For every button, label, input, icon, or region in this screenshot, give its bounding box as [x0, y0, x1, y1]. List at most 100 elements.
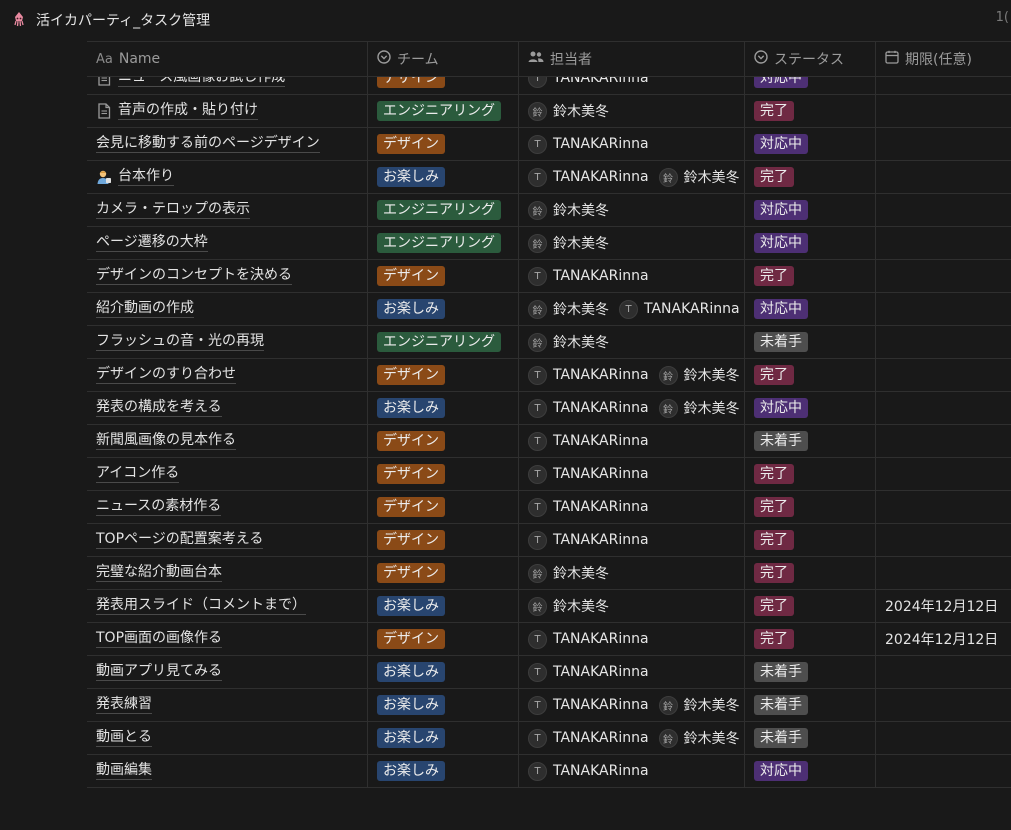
status-cell[interactable]: 完了	[745, 590, 876, 622]
task-name-cell[interactable]: 発表練習	[87, 689, 368, 721]
owner-cell[interactable]: T TANAKARinna 鈴鈴木美冬	[519, 161, 745, 193]
column-header-status[interactable]: ステータス	[745, 42, 876, 76]
team-cell[interactable]: デザイン	[368, 425, 519, 457]
status-cell[interactable]: 完了	[745, 95, 876, 127]
task-name-cell[interactable]: 完璧な紹介動画台本	[87, 557, 368, 589]
task-name-cell[interactable]: デザインのすり合わせ	[87, 359, 368, 391]
task-name[interactable]: 台本作り	[118, 168, 174, 186]
status-cell[interactable]: 対応中	[745, 293, 876, 325]
table-row[interactable]: 動画とる お楽しみ T TANAKARinna 鈴鈴木美冬 未着手	[87, 722, 1011, 755]
status-cell[interactable]: 未着手	[745, 656, 876, 688]
table-row[interactable]: 紹介動画の作成 お楽しみ 鈴鈴木美冬 T TANAKARinna 対応中	[87, 293, 1011, 326]
owner-cell[interactable]: 鈴鈴木美冬	[519, 194, 745, 226]
table-row[interactable]: TOP画面の画像作る デザイン T TANAKARinna 完了 2024年12月…	[87, 623, 1011, 656]
table-row[interactable]: 発表用スライド（コメントまで） お楽しみ 鈴鈴木美冬 完了 2024年12月12…	[87, 590, 1011, 623]
status-cell[interactable]: 対応中	[745, 392, 876, 424]
owner-cell[interactable]: T TANAKARinna	[519, 623, 745, 655]
owner-cell[interactable]: 鈴鈴木美冬	[519, 557, 745, 589]
task-name[interactable]: 動画とる	[96, 729, 152, 747]
task-name[interactable]: ニュースの素材作る	[96, 498, 222, 516]
task-name[interactable]: 動画アプリ見てみる	[96, 663, 222, 681]
owner-cell[interactable]: T TANAKARinna 鈴鈴木美冬	[519, 359, 745, 391]
task-name[interactable]: 音声の作成・貼り付け	[118, 102, 258, 120]
task-name[interactable]: デザインのコンセプトを決める	[96, 267, 292, 285]
due-cell[interactable]	[876, 491, 1011, 523]
due-cell[interactable]	[876, 392, 1011, 424]
task-name-cell[interactable]: 動画アプリ見てみる	[87, 656, 368, 688]
table-row[interactable]: 新聞風画像の見本作る デザイン T TANAKARinna 未着手	[87, 425, 1011, 458]
owner-cell[interactable]: T TANAKARinna	[519, 425, 745, 457]
task-name[interactable]: フラッシュの音・光の再現	[96, 333, 264, 351]
status-cell[interactable]: 未着手	[745, 689, 876, 721]
task-name[interactable]: 発表用スライド（コメントまで）	[96, 597, 306, 615]
owner-cell[interactable]: T TANAKARinna	[519, 260, 745, 292]
task-name-cell[interactable]: TOP画面の画像作る	[87, 623, 368, 655]
due-cell[interactable]	[876, 326, 1011, 358]
team-cell[interactable]: お楽しみ	[368, 656, 519, 688]
team-cell[interactable]: エンジニアリング	[368, 194, 519, 226]
team-cell[interactable]: デザイン	[368, 524, 519, 556]
due-cell[interactable]	[876, 227, 1011, 259]
owner-cell[interactable]: T TANAKARinna	[519, 76, 745, 94]
team-cell[interactable]: デザイン	[368, 557, 519, 589]
status-cell[interactable]: 未着手	[745, 722, 876, 754]
status-cell[interactable]: 対応中	[745, 194, 876, 226]
task-name-cell[interactable]: ニュースの素材作る	[87, 491, 368, 523]
team-cell[interactable]: デザイン	[368, 359, 519, 391]
team-cell[interactable]: デザイン	[368, 76, 519, 94]
status-cell[interactable]: 対応中	[745, 755, 876, 787]
table-row[interactable]: 台本作り お楽しみ T TANAKARinna 鈴鈴木美冬 完了	[87, 161, 1011, 194]
table-row[interactable]: 完璧な紹介動画台本 デザイン 鈴鈴木美冬 完了	[87, 557, 1011, 590]
table-row[interactable]: デザインのコンセプトを決める デザイン T TANAKARinna 完了	[87, 260, 1011, 293]
task-name[interactable]: 会見に移動する前のページデザイン	[96, 135, 320, 153]
table-row[interactable]: 発表の構成を考える お楽しみ T TANAKARinna 鈴鈴木美冬 対応中	[87, 392, 1011, 425]
task-name[interactable]: ページ遷移の大枠	[96, 234, 208, 252]
due-cell[interactable]: 2024年12月12日	[876, 623, 1011, 655]
owner-cell[interactable]: T TANAKARinna	[519, 491, 745, 523]
task-name[interactable]: 発表の構成を考える	[96, 399, 222, 417]
task-name[interactable]: ニュース風画像お試し作成	[118, 76, 286, 87]
due-cell[interactable]	[876, 293, 1011, 325]
due-cell[interactable]	[876, 161, 1011, 193]
status-cell[interactable]: 完了	[745, 623, 876, 655]
owner-cell[interactable]: T TANAKARinna 鈴鈴木美冬	[519, 722, 745, 754]
team-cell[interactable]: お楽しみ	[368, 161, 519, 193]
task-name-cell[interactable]: 新聞風画像の見本作る	[87, 425, 368, 457]
team-cell[interactable]: デザイン	[368, 260, 519, 292]
due-cell[interactable]: 2024年12月12日	[876, 590, 1011, 622]
table-row[interactable]: アイコン作る デザイン T TANAKARinna 完了	[87, 458, 1011, 491]
team-cell[interactable]: お楽しみ	[368, 293, 519, 325]
team-cell[interactable]: お楽しみ	[368, 689, 519, 721]
task-name-cell[interactable]: 動画編集	[87, 755, 368, 787]
task-name-cell[interactable]: ページ遷移の大枠	[87, 227, 368, 259]
due-cell[interactable]	[876, 359, 1011, 391]
due-cell[interactable]	[876, 128, 1011, 160]
status-cell[interactable]: 完了	[745, 557, 876, 589]
team-cell[interactable]: お楽しみ	[368, 590, 519, 622]
task-name[interactable]: 完璧な紹介動画台本	[96, 564, 222, 582]
task-name[interactable]: 新聞風画像の見本作る	[96, 432, 236, 450]
column-header-name[interactable]: Aa Name	[87, 42, 368, 76]
status-cell[interactable]: 完了	[745, 359, 876, 391]
status-cell[interactable]: 未着手	[745, 326, 876, 358]
status-cell[interactable]: 完了	[745, 260, 876, 292]
owner-cell[interactable]: T TANAKARinna	[519, 524, 745, 556]
status-cell[interactable]: 完了	[745, 458, 876, 490]
task-name-cell[interactable]: ニュース風画像お試し作成	[87, 76, 368, 94]
status-cell[interactable]: 未着手	[745, 425, 876, 457]
due-cell[interactable]	[876, 76, 1011, 94]
status-cell[interactable]: 対応中	[745, 227, 876, 259]
due-cell[interactable]	[876, 458, 1011, 490]
task-name-cell[interactable]: アイコン作る	[87, 458, 368, 490]
table-row[interactable]: 動画アプリ見てみる お楽しみ T TANAKARinna 未着手	[87, 656, 1011, 689]
team-cell[interactable]: デザイン	[368, 491, 519, 523]
owner-cell[interactable]: T TANAKARinna	[519, 656, 745, 688]
team-cell[interactable]: デザイン	[368, 623, 519, 655]
column-header-team[interactable]: チーム	[368, 42, 519, 76]
table-row[interactable]: 会見に移動する前のページデザイン デザイン T TANAKARinna 対応中	[87, 128, 1011, 161]
due-cell[interactable]	[876, 95, 1011, 127]
task-name-cell[interactable]: 発表用スライド（コメントまで）	[87, 590, 368, 622]
page-title[interactable]: 活イカパーティ_タスク管理	[36, 10, 210, 30]
team-cell[interactable]: エンジニアリング	[368, 95, 519, 127]
due-cell[interactable]	[876, 194, 1011, 226]
